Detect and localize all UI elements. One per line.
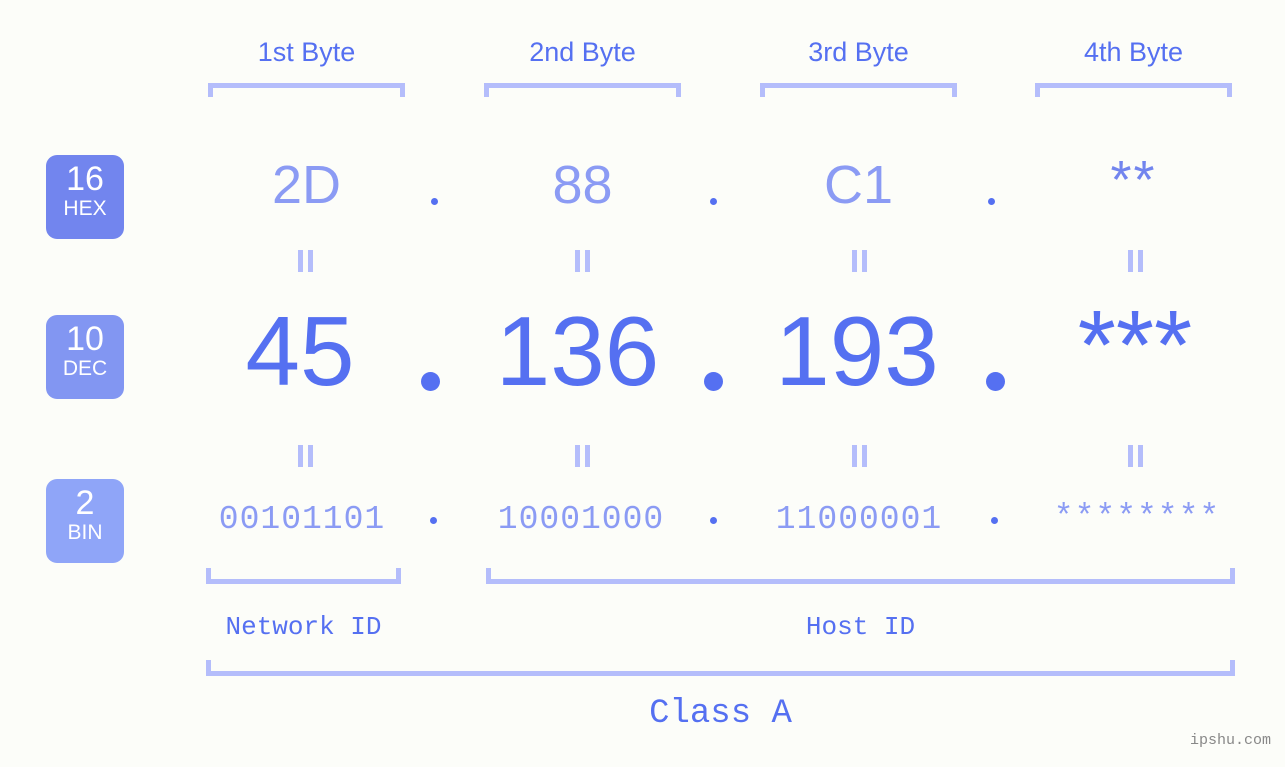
hex-separator-dot-1 xyxy=(431,198,438,205)
equals-mark-hex-dec-3 xyxy=(851,250,869,272)
base-badge-dec-name: DEC xyxy=(62,357,108,380)
base-badge-dec: 10 DEC xyxy=(46,315,124,399)
hex-separator-dot-3 xyxy=(988,198,995,205)
byte-header-label-2: 2nd Byte xyxy=(529,37,636,67)
byte-bracket-top-2 xyxy=(484,83,681,97)
base-badge-dec-number: 10 xyxy=(66,320,104,358)
dec-separator-dot-1 xyxy=(421,372,440,391)
dec-value-byte-3: 193 xyxy=(775,296,939,406)
base-badge-bin-name: BIN xyxy=(67,521,103,544)
byte-header-label-4: 4th Byte xyxy=(1083,37,1184,67)
hex-value-byte-1: 2D xyxy=(271,155,342,215)
class-bracket xyxy=(206,660,1235,676)
bin-separator-dot-1 xyxy=(430,517,437,524)
network-id-label: Network ID xyxy=(225,612,382,642)
equals-mark-hex-dec-2 xyxy=(574,250,592,272)
byte-bracket-top-3 xyxy=(760,83,957,97)
hex-value-byte-2: 88 xyxy=(552,155,613,215)
bin-value-byte-3: 11000001 xyxy=(775,501,943,538)
watermark: ipshu.com xyxy=(1189,732,1271,749)
dec-value-byte-2: 136 xyxy=(495,296,660,406)
hex-separator-dot-2 xyxy=(710,198,717,205)
equals-mark-dec-bin-3 xyxy=(851,445,869,467)
ip-breakdown-diagram: 1st Byte 2nd Byte 3rd Byte 4th Byte 16 H… xyxy=(0,0,1285,767)
equals-mark-dec-bin-1 xyxy=(297,445,315,467)
base-badge-bin-number: 2 xyxy=(75,484,95,522)
dec-value-byte-1: 45 xyxy=(245,296,355,406)
bin-value-byte-2: 10001000 xyxy=(497,501,665,538)
equals-mark-dec-bin-2 xyxy=(574,445,592,467)
byte-bracket-top-4 xyxy=(1035,83,1232,97)
equals-mark-dec-bin-4 xyxy=(1127,445,1145,467)
bin-value-byte-1: 00101101 xyxy=(218,501,386,538)
bin-separator-dot-2 xyxy=(710,517,717,524)
byte-header-label-1: 1st Byte xyxy=(257,37,356,67)
dec-separator-dot-3 xyxy=(986,372,1005,391)
host-id-bracket xyxy=(486,568,1235,584)
byte-bracket-top-1 xyxy=(208,83,405,97)
base-badge-hex-name: HEX xyxy=(63,197,107,220)
bin-value-byte-4: ******** xyxy=(1053,499,1221,536)
equals-mark-hex-dec-4 xyxy=(1127,250,1145,272)
byte-header-label-3: 3rd Byte xyxy=(808,37,909,67)
equals-mark-hex-dec-1 xyxy=(297,250,315,272)
class-label: Class A xyxy=(649,695,792,733)
base-badge-hex: 16 HEX xyxy=(46,155,124,239)
hex-value-byte-4: ** xyxy=(1110,150,1157,210)
base-badge-bin: 2 BIN xyxy=(46,479,124,563)
bin-separator-dot-3 xyxy=(991,517,998,524)
hex-value-byte-3: C1 xyxy=(823,155,894,215)
dec-value-byte-4: *** xyxy=(1077,290,1193,400)
host-id-label: Host ID xyxy=(805,612,916,642)
dec-separator-dot-2 xyxy=(704,372,723,391)
network-id-bracket xyxy=(206,568,401,584)
base-badge-hex-number: 16 xyxy=(66,160,104,198)
